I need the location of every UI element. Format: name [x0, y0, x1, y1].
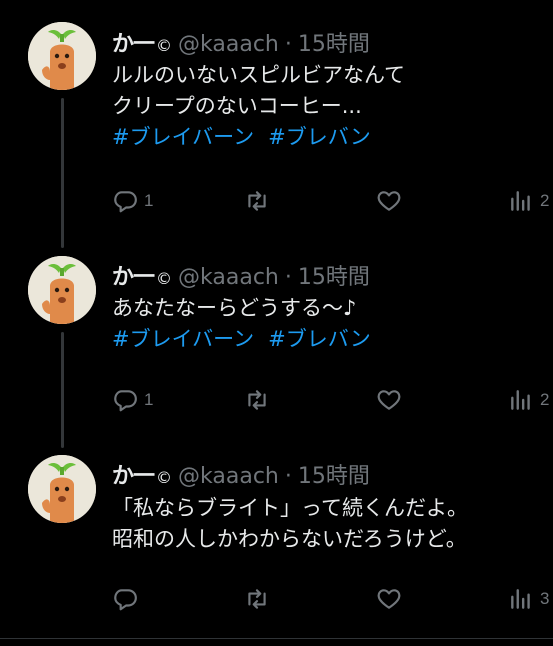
separator: ·: [284, 265, 292, 290]
reply-icon: [114, 191, 137, 213]
hashtag-link[interactable]: #ブレイバーン: [112, 125, 254, 149]
reply-button[interactable]: 1: [112, 385, 153, 415]
avatar-image: [28, 455, 96, 523]
handle[interactable]: @kaaach: [178, 464, 279, 489]
hashtag-link[interactable]: #ブレイバーン: [112, 327, 254, 351]
hashtag-link[interactable]: #ブレバン: [268, 125, 371, 149]
retweet-icon: [248, 390, 266, 410]
tweet-header: か一 © @kaaach · 15時間: [112, 259, 370, 291]
display-name[interactable]: か一: [112, 458, 155, 490]
views-button[interactable]: 3: [508, 584, 549, 614]
views-count: 2: [540, 390, 550, 409]
display-name[interactable]: か一: [112, 259, 155, 291]
like-button[interactable]: [376, 186, 402, 216]
avatar-image: [28, 22, 96, 90]
badge-icon: ©: [156, 468, 173, 487]
thread: か一 © @kaaach · 15時間 ルルのいないスピルビアなんて クリープの…: [0, 0, 553, 646]
tweet-actions: 1 2: [112, 186, 553, 216]
tweet-header: か一 © @kaaach · 15時間: [112, 26, 370, 58]
avatar[interactable]: [28, 455, 96, 523]
handle[interactable]: @kaaach: [178, 265, 279, 290]
views-count: 2: [540, 191, 550, 210]
tweet-text-line: あなたなーらどうする〜♪: [112, 296, 357, 320]
views-count: 3: [540, 589, 550, 608]
heart-icon: [377, 191, 401, 211]
hashtag-row: #ブレイバーン #ブレバン: [112, 324, 385, 355]
tweet-header: か一 © @kaaach · 15時間: [112, 458, 370, 490]
tweet-text: 「私ならブライト」って続くんだよ。 昭和の人しかわからないだろうけど。: [112, 493, 468, 555]
retweet-button[interactable]: [244, 186, 270, 216]
handle[interactable]: @kaaach: [178, 32, 279, 57]
hashtag-link[interactable]: #ブレバン: [268, 327, 371, 351]
display-name[interactable]: か一: [112, 26, 155, 58]
retweet-button[interactable]: [244, 385, 270, 415]
retweet-icon: [248, 589, 266, 609]
views-bar-chart-icon: [511, 191, 530, 211]
hashtag-row: #ブレイバーン #ブレバン: [112, 122, 405, 153]
heart-icon: [377, 390, 401, 410]
timestamp[interactable]: 15時間: [298, 458, 370, 490]
avatar[interactable]: [28, 22, 96, 90]
separator: ·: [284, 464, 292, 489]
retweet-button[interactable]: [244, 584, 270, 614]
reply-button[interactable]: [112, 584, 138, 614]
reply-count: 1: [144, 390, 154, 409]
heart-icon: [377, 589, 401, 609]
badge-icon: ©: [156, 36, 173, 55]
thread-line: [61, 98, 64, 248]
views-bar-chart-icon: [511, 390, 530, 410]
tweet-text-line: 「私ならブライト」って続くんだよ。: [112, 496, 468, 520]
separator: ·: [284, 32, 292, 57]
tweet-text: ルルのいないスピルビアなんて クリープのないコーヒー... #ブレイバーン #ブレ…: [112, 60, 405, 153]
views-button[interactable]: 2: [508, 385, 549, 415]
tweet-text: あなたなーらどうする〜♪ #ブレイバーン #ブレバン: [112, 293, 385, 355]
avatar[interactable]: [28, 256, 96, 324]
retweet-icon: [248, 191, 266, 211]
like-button[interactable]: [376, 385, 402, 415]
badge-icon: ©: [156, 269, 173, 288]
reply-icon: [114, 589, 137, 611]
tweet-text-line: 昭和の人しかわからないだろうけど。: [112, 527, 467, 551]
timestamp[interactable]: 15時間: [298, 26, 370, 58]
timestamp[interactable]: 15時間: [298, 259, 370, 291]
like-button[interactable]: [376, 584, 402, 614]
reply-button[interactable]: 1: [112, 186, 153, 216]
tweet-actions: 1 2: [112, 385, 553, 415]
tweet-text-line: クリープのないコーヒー...: [112, 94, 362, 118]
thread-line: [61, 332, 64, 448]
reply-count: 1: [144, 191, 154, 210]
tweet-actions: 3: [112, 584, 553, 614]
tweet-text-line: ルルのいないスピルビアなんて: [112, 63, 405, 87]
avatar-image: [28, 256, 96, 324]
divider: [0, 638, 553, 639]
reply-icon: [114, 390, 137, 412]
views-button[interactable]: 2: [508, 186, 549, 216]
views-bar-chart-icon: [511, 589, 530, 609]
